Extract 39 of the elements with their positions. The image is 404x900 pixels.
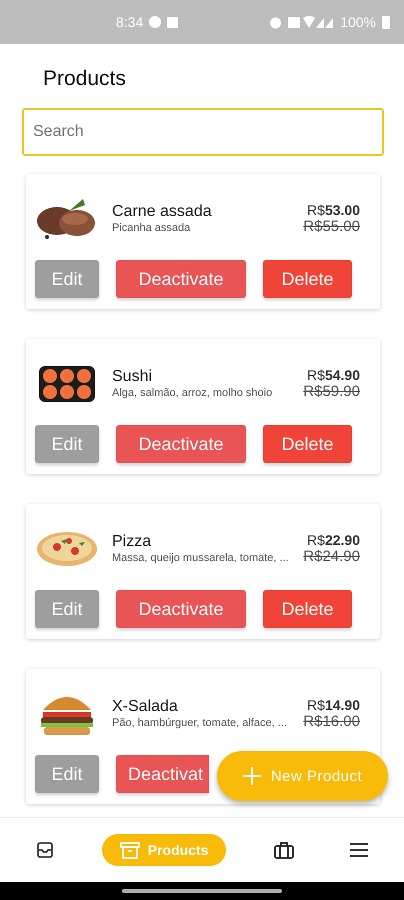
- product-name: Sushi: [112, 368, 154, 386]
- edit-button[interactable]: Edit: [35, 590, 99, 628]
- product-name: X-Salada: [112, 698, 179, 716]
- delete-button[interactable]: Delete: [263, 590, 352, 628]
- product-price: R$22.90: [307, 532, 360, 548]
- product-name: Pizza: [112, 532, 152, 550]
- battery-icon: [382, 16, 390, 28]
- old-price: R$24.90: [303, 548, 360, 564]
- product-price: R$14.90: [307, 696, 360, 712]
- edit-button[interactable]: Edit: [35, 260, 99, 298]
- battery-percent: 100%: [340, 14, 376, 30]
- plus-icon: [242, 767, 261, 785]
- delete-button[interactable]: Delete: [263, 425, 352, 463]
- archive-box-icon: [120, 841, 140, 859]
- product-description: Alga, salmão, arroz, molho shoio: [112, 386, 274, 398]
- status-time: 8:34: [116, 14, 144, 30]
- signal-icon: [288, 16, 334, 28]
- search-field[interactable]: Search: [22, 108, 384, 156]
- menu-icon: [350, 843, 368, 857]
- page-title: Products: [43, 66, 127, 92]
- product-description: Massa, queijo mussarela, tomate, ...: [112, 552, 290, 564]
- edit-button[interactable]: Edit: [35, 425, 99, 463]
- deactivate-button[interactable]: Deactivate: [116, 590, 246, 628]
- deactivate-button[interactable]: Deactivat: [116, 755, 209, 793]
- product-name: Carne assada: [112, 202, 213, 220]
- product-description: Pão, hambúrguer, tomate, alface, ...: [112, 716, 288, 728]
- deactivate-button[interactable]: Deactivate: [116, 260, 246, 298]
- briefcase-icon: [274, 841, 294, 859]
- deactivate-button[interactable]: Deactivate: [116, 425, 246, 463]
- product-price: R$54.90: [307, 366, 360, 382]
- edit-button[interactable]: Edit: [35, 755, 99, 793]
- product-price: R$53.00: [307, 202, 360, 218]
- old-price: R$59.90: [303, 382, 360, 400]
- delete-button[interactable]: Delete: [263, 260, 352, 298]
- gesture-handle[interactable]: [122, 889, 282, 893]
- product-description: Picanha assada: [112, 222, 192, 234]
- old-price: R$16.00: [303, 712, 360, 730]
- tray-icon: [36, 841, 54, 859]
- old-price: R$55.00: [303, 218, 360, 234]
